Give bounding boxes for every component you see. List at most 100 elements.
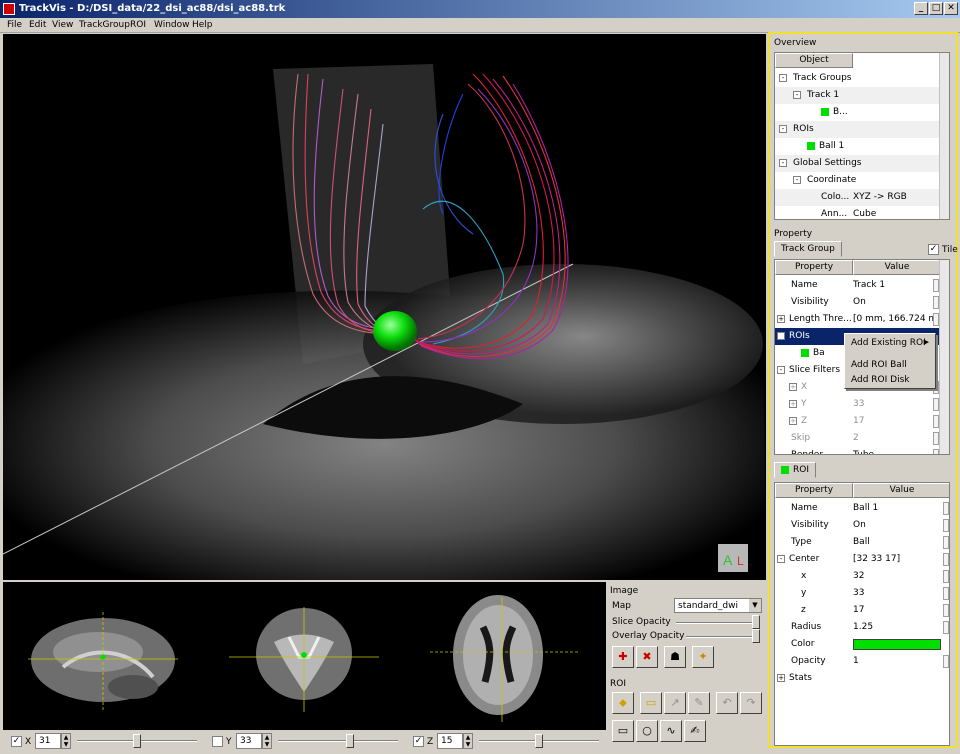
x-slice-spinbox[interactable]: 31 bbox=[35, 733, 61, 749]
minimize-button[interactable]: _ bbox=[914, 2, 928, 15]
overview-row[interactable]: - Coordinate bbox=[775, 172, 949, 189]
roi-row[interactable]: Type Ball bbox=[775, 534, 949, 551]
property-value[interactable]: 17 bbox=[853, 413, 864, 430]
tree-expander-icon[interactable]: - bbox=[779, 125, 787, 133]
roi-row[interactable]: z 17 bbox=[775, 602, 949, 619]
edit-button[interactable] bbox=[943, 570, 949, 583]
roi-draw-icon[interactable]: ▭ bbox=[640, 692, 662, 714]
property-row[interactable]: Name Track 1 bbox=[775, 277, 941, 294]
overview-row[interactable]: - Global Settings bbox=[775, 155, 949, 172]
tab-track-group[interactable]: Track Group bbox=[774, 241, 842, 257]
property-value[interactable]: Ball bbox=[853, 534, 870, 551]
head-view-icon[interactable]: ☗ bbox=[664, 646, 686, 668]
overview-object-header[interactable]: Object bbox=[775, 53, 853, 68]
property-value[interactable]: Ball 1 bbox=[853, 500, 878, 517]
overlay-opacity-slider-thumb[interactable] bbox=[752, 629, 761, 643]
overview-tree[interactable]: Object - Track Groups - Track 1 B... - ROIs Bal… bbox=[774, 52, 950, 220]
x-slice-spin-buttons[interactable]: ▲ ▼ bbox=[61, 733, 71, 749]
tree-expander-icon[interactable]: - bbox=[777, 366, 785, 374]
chevron-down-icon[interactable]: ▼ bbox=[749, 599, 761, 612]
coronal-slice-view[interactable] bbox=[204, 582, 404, 730]
overview-row[interactable]: Colo... XYZ -> RGB bbox=[775, 189, 949, 206]
menu-view[interactable]: View bbox=[52, 20, 73, 30]
edit-button[interactable] bbox=[943, 604, 949, 617]
tree-expander-icon[interactable]: - bbox=[779, 74, 787, 82]
overlay-opacity-track[interactable] bbox=[686, 636, 760, 638]
property-value[interactable]: 33 bbox=[853, 396, 864, 413]
overview-row[interactable]: - ROIs bbox=[775, 121, 949, 138]
crosshair-icon[interactable]: ✦ bbox=[692, 646, 714, 668]
property-row[interactable]: + Length Thre... [0 mm, 166.724 mm] bbox=[775, 311, 949, 328]
property-value[interactable]: 2 bbox=[853, 430, 859, 447]
roi-row[interactable]: + Stats bbox=[775, 670, 949, 687]
maximize-button[interactable]: □ bbox=[929, 2, 943, 15]
x-slice-slider-thumb[interactable] bbox=[133, 734, 141, 748]
property-value[interactable]: 1.25 bbox=[853, 619, 873, 636]
z-slice-spinbox[interactable]: 15 bbox=[437, 733, 463, 749]
tree-expander-icon[interactable]: - bbox=[779, 159, 787, 167]
tree-expander-icon[interactable]: + bbox=[789, 400, 797, 408]
edit-button[interactable] bbox=[943, 519, 949, 532]
y-slice-slider-thumb[interactable] bbox=[346, 734, 354, 748]
property-value[interactable]: Track 1 bbox=[853, 277, 885, 294]
property-row[interactable]: Visibility On bbox=[775, 294, 941, 311]
roi-edit-icon[interactable]: ✎ bbox=[688, 692, 710, 714]
3d-viewport[interactable]: A L bbox=[3, 34, 766, 580]
roi-pick-icon[interactable]: ↗ bbox=[664, 692, 686, 714]
roi-row[interactable]: - Center [32 33 17] bbox=[775, 551, 949, 568]
menu-trackgroup[interactable]: TrackGroup bbox=[79, 20, 130, 30]
rectangle-roi-icon[interactable]: ▭ bbox=[612, 720, 634, 742]
close-button[interactable]: ✕ bbox=[944, 2, 958, 15]
edit-button[interactable] bbox=[943, 536, 949, 549]
property-row[interactable]: Render Tube bbox=[775, 447, 941, 454]
property-row[interactable]: Skip 2 bbox=[775, 430, 941, 447]
property-value[interactable]: 32 bbox=[853, 568, 864, 585]
remove-image-icon[interactable]: ✖ bbox=[636, 646, 658, 668]
roi-property-table[interactable]: Property Value Name Ball 1 Visibility On Typ… bbox=[774, 482, 950, 746]
menu-item-add-roi-disk[interactable]: Add ROI Disk bbox=[851, 375, 909, 385]
color-value-swatch[interactable] bbox=[853, 639, 941, 650]
roi-row[interactable]: Opacity 1 bbox=[775, 653, 949, 670]
z-slice-checkbox[interactable]: ✓ bbox=[413, 736, 424, 747]
roi-row[interactable]: Color bbox=[775, 636, 949, 653]
circle-roi-icon[interactable]: ○ bbox=[636, 720, 658, 742]
redo-icon[interactable]: ↷ bbox=[740, 692, 762, 714]
axial-slice-view[interactable] bbox=[405, 582, 605, 730]
menu-window[interactable]: Window bbox=[154, 20, 190, 30]
overview-row[interactable]: - Track 1 bbox=[775, 87, 949, 104]
tree-expander-icon[interactable]: - bbox=[777, 332, 785, 340]
property-value[interactable]: 1 bbox=[853, 653, 859, 670]
tree-expander-icon[interactable]: - bbox=[793, 176, 801, 184]
roi-row[interactable]: Radius 1.25 bbox=[775, 619, 949, 636]
roi-row[interactable]: y 33 bbox=[775, 585, 949, 602]
property-value[interactable]: Tube bbox=[853, 447, 874, 454]
slice-opacity-slider-thumb[interactable] bbox=[751, 615, 760, 629]
tree-expander-icon[interactable]: + bbox=[789, 417, 797, 425]
edit-button[interactable] bbox=[943, 553, 949, 566]
tree-expander-icon[interactable]: - bbox=[777, 555, 785, 563]
property-scrollbar[interactable] bbox=[939, 260, 949, 454]
tile-checkbox[interactable]: ✓ bbox=[928, 244, 939, 255]
y-slice-track[interactable] bbox=[278, 740, 398, 742]
edit-button[interactable] bbox=[943, 502, 949, 515]
freehand-roi-icon[interactable]: ∿ bbox=[660, 720, 682, 742]
polygon-roi-icon[interactable]: ✍ bbox=[684, 720, 706, 742]
map-select[interactable]: standard_dwi ▼ bbox=[674, 598, 762, 613]
roi-row[interactable]: x 32 bbox=[775, 568, 949, 585]
edit-button[interactable] bbox=[943, 655, 949, 668]
menu-help[interactable]: Help bbox=[192, 20, 213, 30]
tree-expander-icon[interactable]: + bbox=[777, 674, 785, 682]
menu-file[interactable]: File bbox=[7, 20, 22, 30]
property-value[interactable]: [32 33 17] bbox=[853, 551, 900, 568]
menu-item-add-roi-ball[interactable]: Add ROI Ball bbox=[851, 360, 907, 370]
property-value[interactable]: 17 bbox=[853, 602, 864, 619]
roi-row[interactable]: Name Ball 1 bbox=[775, 500, 949, 517]
y-slice-spin-buttons[interactable]: ▲ ▼ bbox=[262, 733, 272, 749]
menu-roi[interactable]: ROI bbox=[130, 20, 146, 30]
tree-expander-icon[interactable]: + bbox=[777, 315, 785, 323]
z-slice-slider-thumb[interactable] bbox=[535, 734, 543, 748]
undo-icon[interactable]: ↶ bbox=[716, 692, 738, 714]
overview-row[interactable]: Ball 1 bbox=[775, 138, 949, 155]
y-slice-checkbox[interactable] bbox=[212, 736, 223, 747]
menu-item-add-existing-roi[interactable]: Add Existing ROI bbox=[851, 338, 926, 348]
